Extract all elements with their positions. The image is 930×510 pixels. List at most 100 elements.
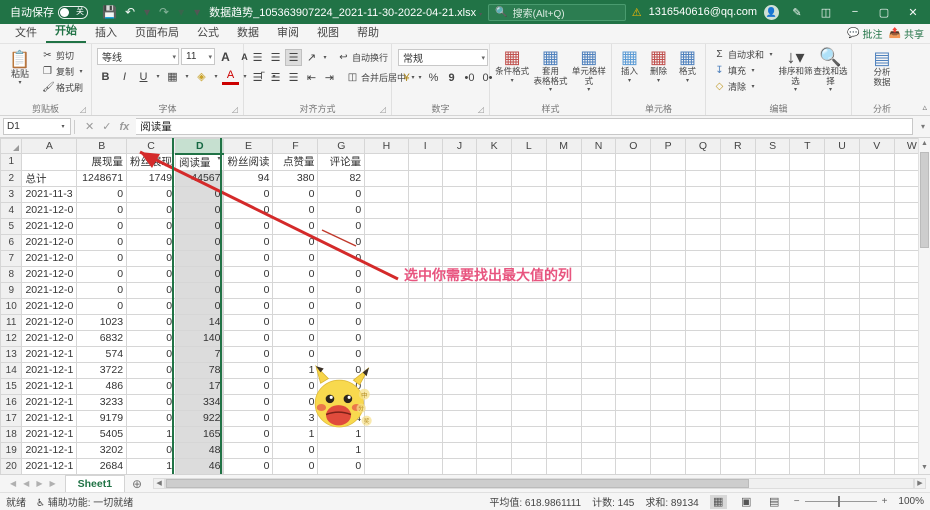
format-painter-button[interactable]: 🖌 格式刷 — [39, 80, 88, 95]
cell-I15[interactable] — [407, 377, 443, 395]
cell-B6[interactable]: 0 — [76, 233, 128, 251]
autosum-caret-icon[interactable]: ▾ — [767, 51, 775, 58]
cell-Q10[interactable] — [685, 297, 721, 315]
cell-I10[interactable] — [407, 297, 443, 315]
insert-function-icon[interactable]: fx — [119, 121, 129, 133]
pen-icon[interactable]: ✎ — [786, 6, 808, 19]
cell-V18[interactable] — [858, 425, 895, 443]
zoom-track[interactable] — [804, 496, 877, 507]
cell-C1[interactable]: 粉丝展现 — [126, 153, 177, 171]
column-header-a[interactable]: A — [21, 138, 78, 154]
cell-A15[interactable]: 2021-12-1 — [21, 377, 78, 395]
cell-J14[interactable] — [441, 361, 478, 379]
cell-G15[interactable]: 0 — [317, 377, 366, 395]
cell-S19[interactable] — [754, 441, 791, 459]
vertical-scrollbar[interactable]: ▲ ▼ — [918, 138, 930, 474]
cell-A2[interactable]: 总计 — [21, 169, 78, 187]
cell-T11[interactable] — [789, 313, 826, 331]
cell-E4[interactable]: 0 — [223, 201, 274, 219]
cell-D7[interactable]: 0 — [175, 249, 225, 267]
cell-O11[interactable] — [615, 313, 652, 331]
row-header-7[interactable]: 7 — [0, 249, 23, 267]
cell-I16[interactable] — [407, 393, 443, 411]
cell-T20[interactable] — [789, 457, 826, 474]
cell-A4[interactable]: 2021-12-0 — [21, 201, 78, 219]
table-row[interactable]: 5 2021-12-0 0 0 0 0 0 0 — [0, 217, 930, 235]
cell-S16[interactable] — [754, 393, 791, 411]
cell-U20[interactable] — [824, 457, 860, 474]
cell-Q7[interactable] — [685, 249, 721, 267]
cell-L15[interactable] — [511, 377, 547, 395]
cell-D20[interactable]: 46 — [175, 457, 225, 474]
cell-S5[interactable] — [754, 217, 791, 235]
cell-Q14[interactable] — [685, 361, 721, 379]
scroll-up-icon[interactable]: ▲ — [919, 138, 930, 150]
scroll-right-icon[interactable]: ▶ — [914, 478, 926, 489]
cell-L16[interactable] — [511, 393, 547, 411]
table-row[interactable]: 9 2021-12-0 0 0 0 0 0 0 — [0, 281, 930, 299]
cell-V6[interactable] — [858, 233, 895, 251]
cell-B2[interactable]: 1248671 — [76, 169, 128, 187]
font-dialog-launcher[interactable]: ◿ — [232, 104, 238, 116]
cell-B19[interactable]: 3202 — [76, 441, 128, 459]
cell-U11[interactable] — [824, 313, 860, 331]
cell-G12[interactable]: 0 — [317, 329, 366, 347]
orientation-caret-icon[interactable]: ▾ — [321, 54, 329, 61]
table-row[interactable]: 10 2021-12-0 0 0 0 0 0 0 — [0, 297, 930, 315]
cell-G18[interactable]: 1 — [317, 425, 366, 443]
cell-B11[interactable]: 1023 — [76, 313, 128, 331]
cell-F1[interactable]: 点赞量 — [272, 153, 319, 171]
find-select-caret-icon[interactable]: ▾ — [826, 86, 834, 93]
cell-T18[interactable] — [789, 425, 826, 443]
cell-S6[interactable] — [754, 233, 791, 251]
table-row[interactable]: 1 展现量 粉丝展现 阅读量 ▾ 粉丝阅读 点赞量 评论量 — [0, 153, 930, 171]
cell-M4[interactable] — [545, 201, 582, 219]
cell-T15[interactable] — [789, 377, 826, 395]
cell-K18[interactable] — [476, 425, 513, 443]
vertical-scroll-thumb[interactable] — [920, 152, 929, 248]
column-header-h[interactable]: H — [364, 138, 409, 154]
cell-N9[interactable] — [580, 281, 617, 299]
cell-R3[interactable] — [719, 185, 756, 203]
customize-qat-icon[interactable]: ▾ — [193, 5, 201, 19]
cell-V5[interactable] — [858, 217, 895, 235]
cell-P15[interactable] — [650, 377, 687, 395]
cell-N14[interactable] — [580, 361, 617, 379]
column-header-k[interactable]: K — [476, 138, 513, 154]
cell-J13[interactable] — [441, 345, 478, 363]
cell-H13[interactable] — [364, 345, 409, 363]
column-header-e[interactable]: E — [223, 138, 274, 154]
column-header-d[interactable]: D — [175, 138, 225, 155]
row-header-11[interactable]: 11 — [0, 313, 23, 331]
cell-E12[interactable]: 0 — [223, 329, 274, 347]
cell-O1[interactable] — [615, 153, 652, 171]
accounting-caret-icon[interactable]: ▾ — [416, 74, 424, 81]
row-header-12[interactable]: 12 — [0, 329, 23, 347]
cell-L17[interactable] — [511, 409, 547, 427]
cell-K3[interactable] — [476, 185, 513, 203]
cell-V3[interactable] — [858, 185, 895, 203]
cell-Q9[interactable] — [685, 281, 721, 299]
cell-F13[interactable]: 0 — [272, 345, 319, 363]
sort-filter-button[interactable]: ↓▾ 排序和筛选 ▾ — [778, 47, 813, 93]
cell-I14[interactable] — [407, 361, 443, 379]
cell-E6[interactable]: 0 — [223, 233, 274, 251]
cell-I8[interactable] — [407, 265, 443, 283]
cell-L20[interactable] — [511, 457, 547, 474]
cell-Q16[interactable] — [685, 393, 721, 411]
table-row[interactable]: 19 2021-12-1 3202 0 48 0 0 1 — [0, 441, 930, 459]
next-sheet-icon[interactable]: ▶ — [36, 479, 42, 488]
font-color-icon[interactable]: A — [222, 68, 239, 85]
cell-A14[interactable]: 2021-12-1 — [21, 361, 78, 379]
cell-Q18[interactable] — [685, 425, 721, 443]
cell-F20[interactable]: 0 — [272, 457, 319, 474]
wrap-text-button[interactable]: ↩ 自动换行 — [335, 50, 391, 65]
cell-F5[interactable]: 0 — [272, 217, 319, 235]
cell-G10[interactable]: 0 — [317, 297, 366, 315]
cell-A8[interactable]: 2021-12-0 — [21, 265, 78, 283]
cell-M3[interactable] — [545, 185, 582, 203]
cell-E19[interactable]: 0 — [223, 441, 274, 459]
cell-Q13[interactable] — [685, 345, 721, 363]
ribbon-display-options-icon[interactable]: ◫ — [815, 6, 837, 19]
cell-F7[interactable]: 0 — [272, 249, 319, 267]
